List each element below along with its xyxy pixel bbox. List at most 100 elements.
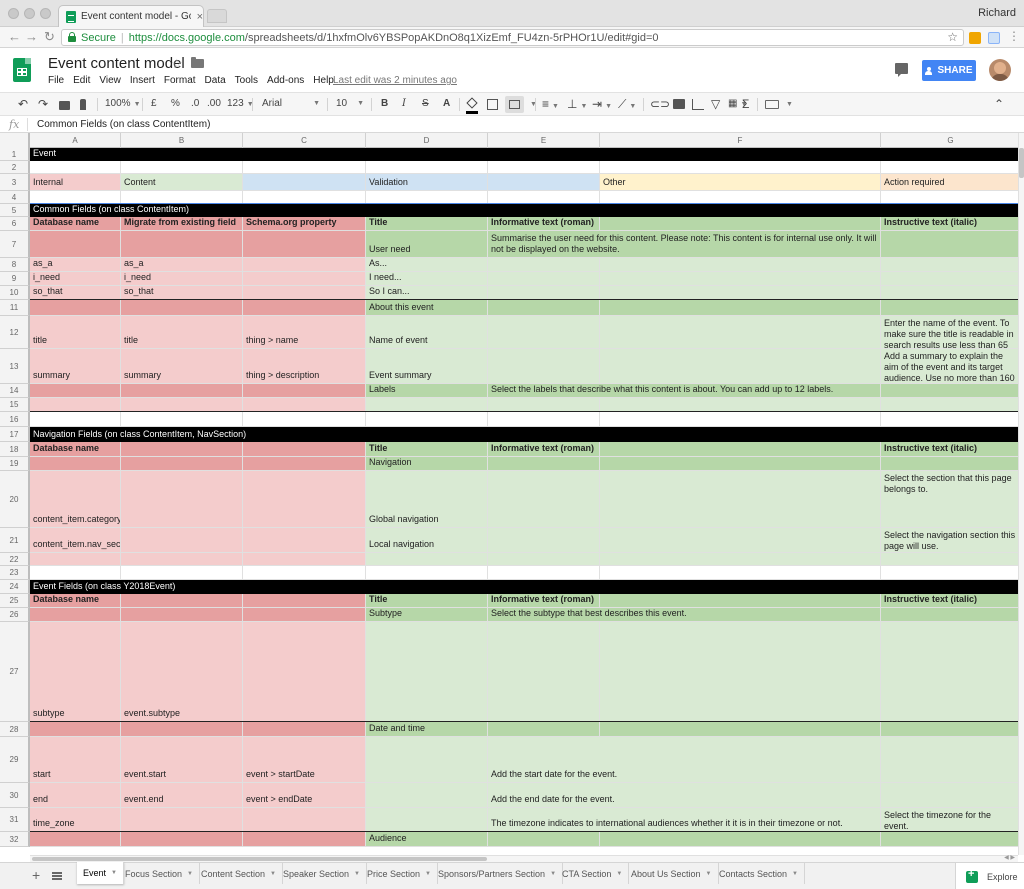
cell-A13[interactable]: summary [30,349,121,384]
cell-A15[interactable] [30,398,121,412]
extension-icon[interactable] [988,32,1000,44]
cell-E27[interactable] [488,622,600,722]
cell-C3[interactable] [243,174,366,191]
cell-A7[interactable] [30,231,121,258]
cell-F28[interactable] [600,722,881,737]
cell-A21[interactable]: content_item.nav_section_id [30,528,121,553]
section-header-cell[interactable]: Navigation Fields (on class ContentItem,… [30,427,1018,442]
cell-F11[interactable] [600,300,881,316]
cell-C7[interactable] [243,231,366,258]
section-header-cell[interactable]: Event Fields (on class Y2018Event) [30,580,1018,594]
cell-G31[interactable]: Select the timezone for the event. [881,808,1018,832]
row-header[interactable]: 8 [0,258,30,272]
row-header[interactable]: 28 [0,722,30,737]
cell-A12[interactable]: title [30,316,121,349]
bookmark-star-icon[interactable]: ☆ [947,30,958,44]
cell-G7[interactable] [881,231,1018,258]
row-header[interactable]: 12 [0,316,30,349]
cell-E11[interactable] [488,300,600,316]
cell-A31[interactable]: time_zone [30,808,121,832]
text-wrapping-icon[interactable]: ⇥ ▼ [592,97,612,114]
forward-arrow-icon[interactable]: → [25,30,38,44]
chevron-down-icon[interactable]: ▼ [616,871,622,877]
sheet-tab[interactable]: Contacts Section ▼ [713,863,805,884]
cell-G11[interactable] [881,300,1018,316]
cell-D10[interactable]: So I can... [366,286,488,300]
scroll-arrows-icon[interactable]: ◀ ▶ [1004,854,1015,861]
cell-B32[interactable] [121,832,243,847]
row-header[interactable]: 4 [0,191,30,204]
cell-E20[interactable] [488,471,600,528]
cell-G14[interactable] [881,384,1018,398]
cell-D29[interactable] [366,737,488,783]
chevron-down-icon[interactable]: ▼ [425,871,431,877]
undo-icon[interactable]: ↶ [18,97,28,111]
cell-E23[interactable] [488,566,600,580]
cell-A27[interactable]: subtype [30,622,121,722]
row-header[interactable]: 2 [0,161,30,174]
cell-B18[interactable] [121,442,243,457]
cell-A29[interactable]: start [30,737,121,783]
cell-C11[interactable] [243,300,366,316]
row-header[interactable]: 6 [0,217,30,231]
row-header[interactable]: 13 [0,349,30,384]
cell-A22[interactable] [30,553,121,566]
column-header-a[interactable]: A [30,133,121,148]
row-header[interactable]: 11 [0,300,30,316]
functions-icon[interactable]: Σ [742,97,749,111]
row-header[interactable]: 21 [0,528,30,553]
cell-G9[interactable] [881,272,1018,286]
row-header[interactable]: 15 [0,398,30,412]
cell-D6[interactable]: Title [366,217,488,231]
menu-data[interactable]: Data [205,75,226,86]
window-zoom-button[interactable] [40,8,51,19]
vertical-align-icon[interactable]: ⊥ ▼ [567,97,587,114]
cell-F19[interactable] [600,457,881,471]
window-minimize-button[interactable] [24,8,35,19]
cell-C27[interactable] [243,622,366,722]
cell-E7[interactable]: Summarise the user need for this content… [488,231,881,258]
avatar[interactable] [989,59,1011,81]
cell-C26[interactable] [243,608,366,622]
cell-F2[interactable] [600,161,881,174]
cell-B30[interactable]: event.end [121,783,243,808]
cell-B22[interactable] [121,553,243,566]
cell-F21[interactable] [600,528,881,553]
cell-G25[interactable]: Instructive text (italic) [881,594,1018,608]
fill-color-icon[interactable] [466,97,478,115]
row-header[interactable]: 29 [0,737,30,783]
input-tools-caret[interactable]: ▼ [786,101,793,108]
cell-D22[interactable] [366,553,488,566]
insert-chart-icon[interactable] [692,99,704,110]
cell-G20[interactable]: Select the section that this page belong… [881,471,1018,528]
cell-B28[interactable] [121,722,243,737]
column-header-g[interactable]: G [881,133,1018,148]
cell-B7[interactable] [121,231,243,258]
add-sheet-icon[interactable]: + [32,867,40,883]
print-icon[interactable] [59,101,70,110]
chevron-down-icon[interactable]: ▼ [354,871,360,877]
borders-icon[interactable] [487,99,498,110]
cell-A30[interactable]: end [30,783,121,808]
cell-B16[interactable] [121,412,243,427]
cell-D11[interactable]: About this event [366,300,488,316]
redo-icon[interactable]: ↷ [38,97,48,111]
cell-E3[interactable] [488,174,600,191]
cell-B23[interactable] [121,566,243,580]
row-header[interactable]: 18 [0,442,30,457]
cell-F23[interactable] [600,566,881,580]
row-header[interactable]: 23 [0,566,30,580]
cell-C23[interactable] [243,566,366,580]
sheet-tab[interactable]: Sponsors/Partners Section ▼ [432,863,564,884]
row-header[interactable]: 7 [0,231,30,258]
cell-C25[interactable] [243,594,366,608]
cell-E31[interactable]: The timezone indicates to international … [488,808,881,832]
cell-A18[interactable]: Database name [30,442,121,457]
cell-B11[interactable] [121,300,243,316]
sheet-tab[interactable]: Price Section ▼ [361,863,438,884]
cell-E15[interactable] [488,398,600,412]
cell-G10[interactable] [881,286,1018,300]
cell-E25[interactable]: Informative text (roman) [488,594,600,608]
row-header[interactable]: 20 [0,471,30,528]
cell-E6[interactable]: Informative text (roman) [488,217,600,231]
